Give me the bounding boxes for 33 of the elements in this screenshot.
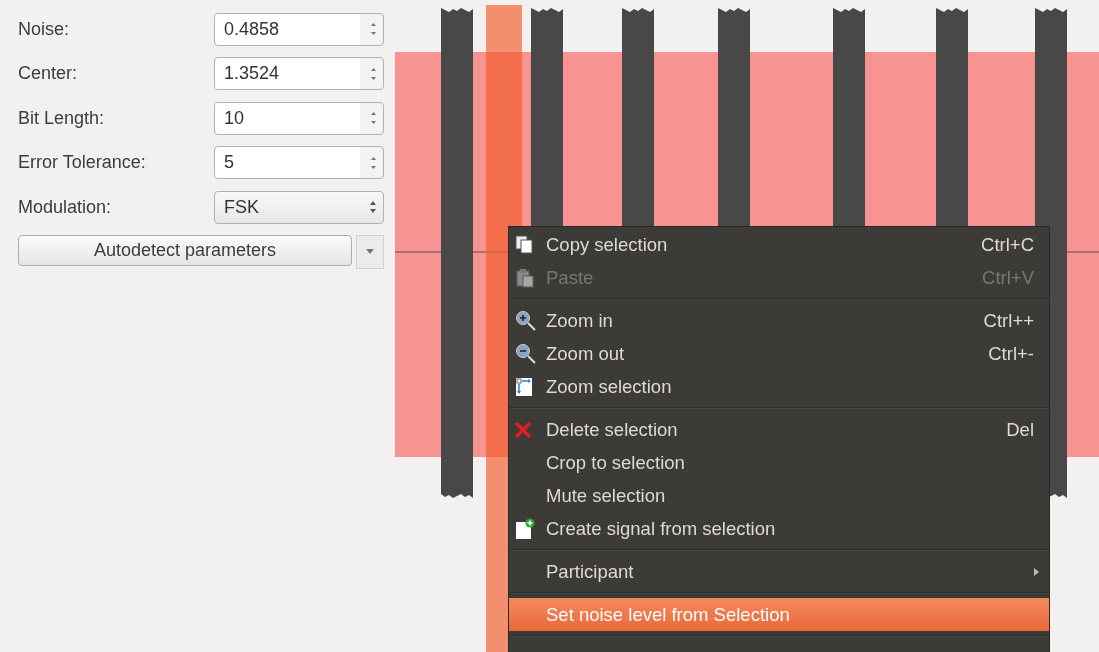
delete-icon [515, 421, 531, 438]
parameter-label: Noise: [18, 18, 71, 40]
menu-item[interactable]: Crop to selection [509, 446, 1049, 479]
spin-box[interactable]: 5 [214, 146, 384, 179]
spin-arrows-icon[interactable] [370, 111, 377, 125]
paste-icon [515, 267, 535, 288]
zoom-selection-icon [515, 376, 533, 397]
parameter-label: Error Tolerance: [18, 152, 147, 173]
parameter-label: Modulation: [18, 196, 113, 218]
new-document-icon [515, 517, 535, 540]
copy-icon [515, 234, 535, 255]
menu-item[interactable]: Participant [509, 555, 1049, 588]
zoom-in-icon [515, 309, 537, 332]
spin-arrows-icon[interactable] [370, 22, 377, 36]
menu-item[interactable]: Create signal from selection [509, 512, 1049, 545]
menu-item[interactable]: Zoom selection [509, 370, 1049, 403]
updown-arrows-icon [369, 200, 377, 214]
menu-item[interactable]: Mute selection [509, 479, 1049, 512]
caret-icon [365, 248, 376, 255]
spin-box[interactable]: 10 [214, 101, 384, 135]
parameter-label: Bit Length: [18, 107, 106, 129]
spin-arrows-icon[interactable] [370, 155, 377, 170]
spin-box[interactable]: 1.3524 [214, 57, 384, 90]
spin-arrows-icon[interactable] [370, 66, 377, 81]
autodetect-button[interactable]: Autodetect parameters [18, 234, 353, 266]
menu-item[interactable]: Zoom in Ctrl++ [509, 304, 1049, 337]
menu-item[interactable]: Zoom out Ctrl+- [509, 337, 1049, 370]
combo-box[interactable]: FSK [214, 190, 384, 224]
spin-box[interactable]: 0.4858 [214, 12, 384, 46]
zoom-out-icon [515, 342, 537, 365]
parameter-label: Center: [18, 63, 79, 84]
menu-item[interactable]: Copy selection Ctrl+C [509, 228, 1049, 261]
menu-item[interactable]: Delete selection Del [509, 413, 1049, 446]
